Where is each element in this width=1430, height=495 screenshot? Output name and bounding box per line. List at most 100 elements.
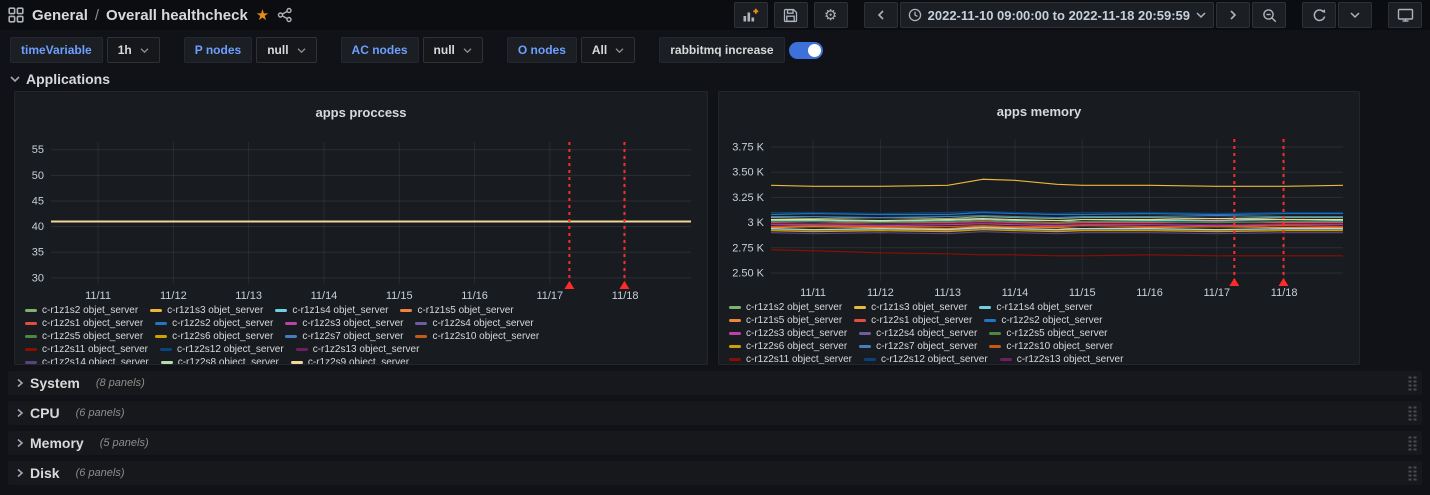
row-panel-count: (6 panels) <box>76 467 125 479</box>
legend-item[interactable]: c-r1z2s8 object_server <box>161 357 279 364</box>
svg-text:11/17: 11/17 <box>536 290 563 302</box>
legend-item[interactable]: c-r1z1s2 objet_server <box>25 305 138 316</box>
legend-label: c-r1z2s3 object_server <box>746 328 847 339</box>
legend-item[interactable]: c-r1z2s12 object_server <box>864 354 988 364</box>
legend-label: c-r1z2s11 object_server <box>746 354 852 364</box>
legend-item[interactable]: c-r1z2s1 object_server <box>854 315 972 326</box>
variable-value-dropdown[interactable]: All <box>581 37 635 63</box>
row-title: Memory <box>30 435 84 451</box>
row-memory[interactable]: Memory (5 panels) <box>8 431 1422 455</box>
refresh-interval-button[interactable] <box>1338 2 1372 28</box>
legend-item[interactable]: c-r1z1s5 objet_server <box>400 305 513 316</box>
legend-item[interactable]: c-r1z2s7 object_server <box>285 331 403 342</box>
legend-item[interactable]: c-r1z2s5 object_server <box>25 331 143 342</box>
time-shift-forward-button[interactable] <box>1216 2 1250 28</box>
legend-swatch <box>989 345 1001 348</box>
row-applications[interactable]: Applications <box>0 69 1430 91</box>
legend-item[interactable]: c-r1z2s7 object_server <box>859 341 977 352</box>
legend-item[interactable]: c-r1z2s5 object_server <box>989 328 1107 339</box>
legend-item[interactable]: c-r1z1s3 objet_server <box>150 305 263 316</box>
variable-value-dropdown[interactable]: null <box>423 37 483 63</box>
legend-item[interactable]: c-r1z2s2 object_server <box>155 318 273 329</box>
legend-item[interactable]: c-r1z2s13 object_server <box>1000 354 1124 364</box>
drag-handle-icon[interactable] <box>1407 435 1418 452</box>
chevron-left-icon <box>876 9 886 21</box>
legend-row: c-r1z1s5 objet_server c-r1z2s1 object_ser… <box>729 314 1359 327</box>
legend-label: c-r1z2s11 object_server <box>42 344 148 355</box>
breadcrumb-folder[interactable]: General <box>32 7 88 24</box>
time-range-button[interactable]: 2022-11-10 09:00:00 to 2022-11-18 20:59:… <box>900 2 1214 28</box>
legend-item[interactable]: c-r1z2s11 object_server <box>729 354 852 364</box>
rabbitmq-increase-toggle[interactable] <box>789 42 823 59</box>
legend-swatch <box>859 332 871 335</box>
legend-item[interactable]: c-r1z2s4 object_server <box>859 328 977 339</box>
drag-handle-icon[interactable] <box>1407 405 1418 422</box>
legend-label: c-r1z2s5 object_server <box>42 331 143 342</box>
svg-text:11/12: 11/12 <box>867 287 894 299</box>
row-system[interactable]: System (8 panels) <box>8 371 1422 395</box>
legend-item[interactable]: c-r1z2s11 object_server <box>25 344 148 355</box>
legend-swatch <box>275 309 287 312</box>
legend-item[interactable]: c-r1z2s6 object_server <box>155 331 273 342</box>
toggle-knob <box>808 44 821 57</box>
apps-memory-chart[interactable]: 2.50 K2.75 K3 K3.25 K3.50 K3.75 K11/1111… <box>725 131 1353 299</box>
panel-title[interactable]: apps proccess <box>15 103 707 123</box>
legend-item[interactable]: c-r1z2s10 object_server <box>989 341 1113 352</box>
legend-item[interactable]: c-r1z2s3 object_server <box>729 328 847 339</box>
apps-grid-icon[interactable] <box>8 7 24 23</box>
legend-item[interactable]: c-r1z2s1 object_server <box>25 318 143 329</box>
row-disk[interactable]: Disk (6 panels) <box>8 461 1422 485</box>
legend-item[interactable]: c-r1z1s3 objet_server <box>854 302 967 313</box>
legend-label: c-r1z1s5 objet_server <box>746 315 842 326</box>
legend-label: c-r1z2s2 object_server <box>1001 315 1102 326</box>
legend-swatch <box>1000 358 1012 361</box>
panel-title[interactable]: apps memory <box>719 103 1359 121</box>
share-icon[interactable] <box>277 7 293 23</box>
legend-item[interactable]: c-r1z2s6 object_server <box>729 341 847 352</box>
legend-label: c-r1z1s4 objet_server <box>996 302 1092 313</box>
legend-item[interactable]: c-r1z2s4 object_server <box>415 318 533 329</box>
refresh-button[interactable] <box>1302 2 1336 28</box>
svg-text:3.50 K: 3.50 K <box>732 167 764 179</box>
legend-item[interactable]: c-r1z1s4 objet_server <box>275 305 388 316</box>
drag-handle-icon[interactable] <box>1407 465 1418 482</box>
apps-proccess-chart[interactable]: 30354045505511/1111/1211/1311/1411/1511/… <box>21 134 701 302</box>
kiosk-mode-button[interactable] <box>1388 2 1422 28</box>
zoom-out-button[interactable] <box>1252 2 1286 28</box>
favorite-star-icon[interactable]: ★ <box>256 8 269 23</box>
breadcrumb-dashboard-title[interactable]: Overall healthcheck <box>106 7 248 24</box>
legend-item[interactable]: c-r1z2s13 object_server <box>296 344 420 355</box>
legend-label: c-r1z1s3 objet_server <box>167 305 263 316</box>
variable-value-dropdown[interactable]: null <box>256 37 316 63</box>
dashboard-settings-button[interactable]: ⚙ <box>814 2 848 28</box>
svg-text:3.75 K: 3.75 K <box>732 142 764 154</box>
legend-item[interactable]: c-r1z1s5 objet_server <box>729 315 842 326</box>
variable-value-dropdown[interactable]: 1h <box>107 37 160 63</box>
apps-proccess-legend: c-r1z1s2 objet_server c-r1z1s3 objet_serv… <box>25 304 707 364</box>
save-dashboard-button[interactable] <box>774 2 808 28</box>
legend-swatch <box>729 358 741 361</box>
legend-item[interactable]: c-r1z1s2 objet_server <box>729 302 842 313</box>
add-panel-button[interactable] <box>734 2 768 28</box>
svg-text:45: 45 <box>32 195 44 207</box>
legend-item[interactable]: c-r1z2s10 object_server <box>415 331 539 342</box>
time-shift-back-button[interactable] <box>864 2 898 28</box>
legend-item[interactable]: c-r1z2s9 object_server <box>291 357 409 364</box>
svg-text:11/13: 11/13 <box>235 290 262 302</box>
legend-item[interactable]: c-r1z2s12 object_server <box>160 344 284 355</box>
legend-item[interactable]: c-r1z2s3 object_server <box>285 318 403 329</box>
svg-text:11/11: 11/11 <box>85 290 111 302</box>
legend-item[interactable]: c-r1z2s2 object_server <box>984 315 1102 326</box>
legend-item[interactable]: c-r1z1s4 objet_server <box>979 302 1092 313</box>
row-panel-count: (8 panels) <box>96 377 145 389</box>
row-cpu[interactable]: CPU (6 panels) <box>8 401 1422 425</box>
svg-text:40: 40 <box>32 221 44 233</box>
svg-text:11/15: 11/15 <box>1069 287 1096 299</box>
panel-apps-proccess: apps proccess 30354045505511/1111/1211/1… <box>14 91 708 365</box>
legend-item[interactable]: c-r1z2s14 object_server <box>25 357 149 364</box>
drag-handle-icon[interactable] <box>1407 375 1418 392</box>
legend-swatch <box>150 309 162 312</box>
variable-label: O nodes <box>507 37 577 63</box>
svg-text:3 K: 3 K <box>747 217 764 229</box>
legend-label: c-r1z2s12 object_server <box>177 344 284 355</box>
